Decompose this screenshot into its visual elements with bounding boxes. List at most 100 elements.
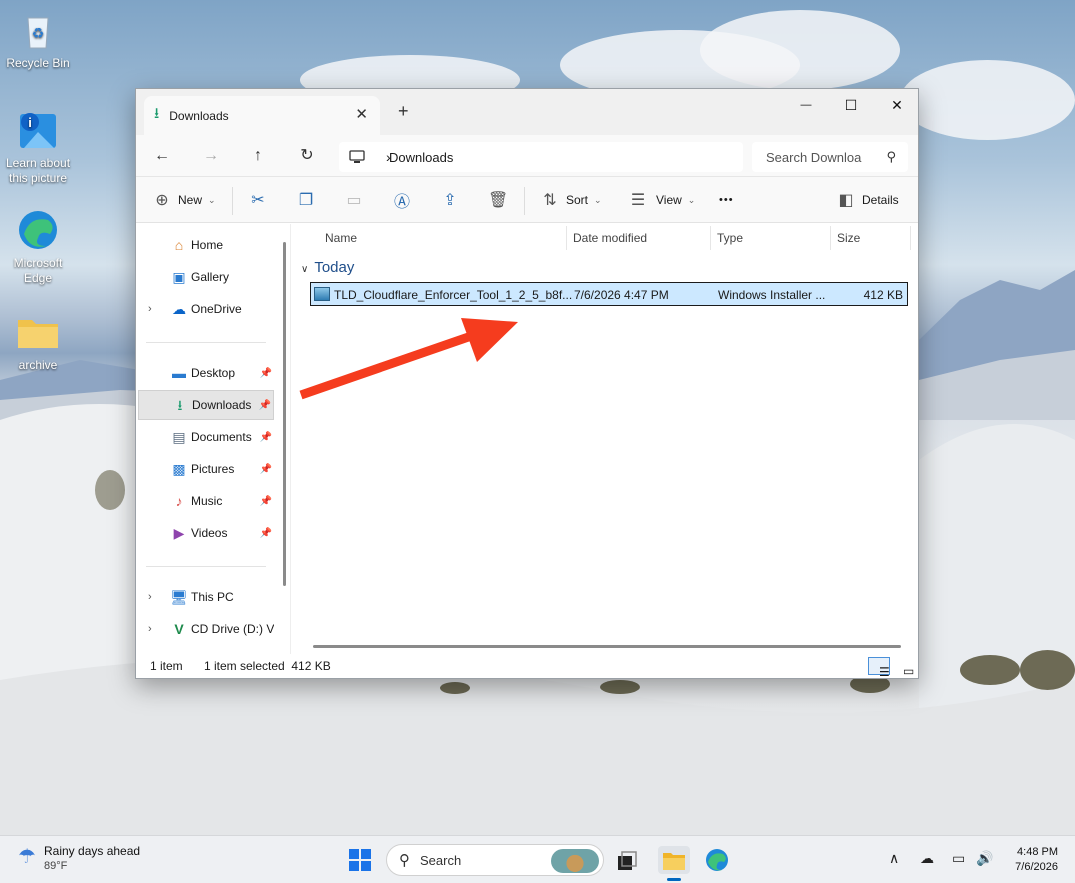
- sidebar-item-cd-drive[interactable]: › V CD Drive (D:) Vir: [138, 614, 274, 644]
- network-disconnected-icon[interactable]: ☁: [920, 850, 934, 867]
- sidebar-item-label: OneDrive: [191, 302, 242, 316]
- download-icon: ⭳: [177, 397, 183, 413]
- column-divider: [710, 226, 711, 250]
- cloud: [900, 60, 1075, 140]
- copy-button[interactable]: ❐: [296, 189, 316, 211]
- cd-drive-icon: V: [174, 621, 184, 637]
- minimize-button[interactable]: —: [783, 95, 829, 115]
- volume-icon[interactable]: 🔊: [976, 850, 993, 867]
- weather-widget[interactable]: ☂ Rainy days ahead 89°F: [18, 844, 140, 872]
- sort-button[interactable]: ⇅ Sort ⌄: [540, 189, 601, 211]
- clock-time: 4:48 PM: [1017, 846, 1058, 858]
- column-type[interactable]: Type: [717, 231, 743, 245]
- pin-icon: 📌: [259, 367, 272, 379]
- start-button[interactable]: [346, 846, 374, 874]
- rename-button[interactable]: Ⓐ: [392, 189, 412, 211]
- sidebar-item-label: Pictures: [191, 462, 235, 476]
- explorer-body: ⌂ Home ▣ Gallery › ☁ OneDrive ▬ Desktop …: [136, 224, 918, 654]
- sidebar-item-label: Home: [191, 238, 224, 252]
- column-size[interactable]: Size: [837, 231, 860, 245]
- column-divider: [910, 226, 911, 250]
- folder-icon: [663, 853, 685, 870]
- taskbar-file-explorer[interactable]: [658, 846, 690, 881]
- sidebar-item-downloads[interactable]: ⭳ Downloads 📌: [138, 390, 274, 420]
- table-row[interactable]: TLD_Cloudflare_Enforcer_Tool_1_2_5_b8f..…: [310, 282, 908, 306]
- tab-title: Downloads: [169, 108, 229, 123]
- sidebar-item-pictures[interactable]: ▩ Pictures 📌: [138, 454, 274, 484]
- sort-label: Sort: [566, 193, 589, 207]
- desktop-icon-label: archive: [18, 358, 58, 372]
- column-name[interactable]: Name: [325, 231, 357, 245]
- show-hidden-icons-button[interactable]: ∧: [889, 850, 899, 867]
- close-button[interactable]: ✕: [874, 95, 920, 115]
- desktop-icon-learn-picture[interactable]: i Learn about this picture: [1, 108, 75, 186]
- desktop-icon-archive[interactable]: archive: [1, 310, 75, 373]
- more-options-button[interactable]: •••: [719, 189, 734, 211]
- back-button[interactable]: ←: [149, 144, 175, 168]
- search-input[interactable]: Search Downloa ⚲: [752, 142, 908, 172]
- sidebar-item-videos[interactable]: ▶ Videos 📌: [138, 518, 274, 548]
- pin-icon: 📌: [259, 463, 272, 475]
- chevron-down-icon: ⌄: [687, 194, 696, 205]
- tiles-view-icon: ▭: [903, 664, 915, 678]
- up-button[interactable]: ↑: [245, 144, 271, 168]
- horizontal-scrollbar[interactable]: [313, 645, 901, 648]
- group-header-today[interactable]: ∨ Today: [301, 259, 354, 276]
- taskbar-clock[interactable]: 4:48 PM 7/6/2026: [1015, 845, 1058, 875]
- edge-icon: [706, 849, 728, 871]
- desktop-icon-edge[interactable]: Microsoft Edge: [1, 208, 75, 286]
- installer-file-icon: [314, 287, 330, 301]
- address-bar[interactable]: › Downloads: [339, 142, 743, 172]
- new-tab-button[interactable]: +: [398, 101, 409, 122]
- sidebar-item-music[interactable]: ♪ Music 📌: [138, 486, 274, 516]
- sidebar-item-gallery[interactable]: ▣ Gallery: [138, 262, 274, 292]
- monitor-icon: [349, 150, 365, 163]
- search-highlight-image: [551, 849, 599, 873]
- edge-icon: [16, 208, 60, 252]
- document-icon: ▤: [172, 429, 186, 445]
- chevron-right-icon[interactable]: ›: [148, 623, 152, 635]
- column-date-modified[interactable]: Date modified: [573, 231, 647, 245]
- pin-icon: 📌: [259, 495, 272, 507]
- tab-close-icon[interactable]: ✕: [355, 105, 368, 123]
- shrub: [600, 680, 640, 694]
- view-button[interactable]: ☰ View ⌄: [628, 189, 696, 211]
- paste-button[interactable]: ▭: [344, 189, 364, 211]
- sidebar-item-label: CD Drive (D:) Vir: [191, 622, 274, 636]
- details-view-button[interactable]: ☰: [868, 657, 890, 679]
- sidebar-item-label: Videos: [191, 526, 228, 540]
- details-pane-button[interactable]: ◧ Details: [836, 189, 898, 211]
- forward-button[interactable]: →: [198, 144, 224, 168]
- sidebar-item-label: Music: [191, 494, 223, 508]
- pin-icon: 📌: [258, 399, 271, 411]
- new-button[interactable]: ⊕ New ⌄: [152, 189, 215, 211]
- desktop-icon-label: Recycle Bin: [6, 56, 70, 70]
- sidebar-item-home[interactable]: ⌂ Home: [138, 230, 274, 260]
- desktop-icon-recycle-bin[interactable]: ♻ Recycle Bin: [1, 8, 75, 71]
- cut-button[interactable]: ✂: [248, 189, 268, 211]
- delete-button[interactable]: 🗑: [488, 189, 508, 211]
- group-label: Today: [314, 259, 355, 276]
- download-icon: ⭳: [154, 105, 160, 122]
- navigation-scrollbar[interactable]: [283, 242, 286, 586]
- task-view-button[interactable]: [613, 846, 641, 874]
- sidebar-item-this-pc[interactable]: › 🖥 This PC: [138, 582, 274, 612]
- sidebar-item-label: Downloads: [192, 398, 252, 412]
- divider: [146, 342, 266, 343]
- shrub: [960, 655, 1020, 685]
- refresh-button[interactable]: ↻: [294, 144, 320, 168]
- details-pane-icon: ◧: [838, 192, 854, 209]
- taskbar-edge[interactable]: [703, 846, 731, 874]
- breadcrumb-downloads[interactable]: Downloads: [389, 150, 453, 165]
- tiles-view-button[interactable]: ▭: [892, 657, 914, 678]
- sidebar-item-documents[interactable]: ▤ Documents 📌: [138, 422, 274, 452]
- chevron-right-icon[interactable]: ›: [148, 303, 152, 315]
- tab-downloads[interactable]: ⭳ Downloads ✕: [144, 96, 380, 135]
- display-icon[interactable]: ▭: [952, 850, 965, 867]
- taskbar-search[interactable]: ⚲ Search: [386, 844, 604, 876]
- sidebar-item-desktop[interactable]: ▬ Desktop 📌: [138, 358, 274, 388]
- maximize-button[interactable]: ☐: [828, 95, 874, 115]
- sidebar-item-onedrive[interactable]: › ☁ OneDrive: [138, 294, 274, 324]
- chevron-right-icon[interactable]: ›: [148, 591, 152, 603]
- share-button[interactable]: ⇪: [440, 189, 460, 211]
